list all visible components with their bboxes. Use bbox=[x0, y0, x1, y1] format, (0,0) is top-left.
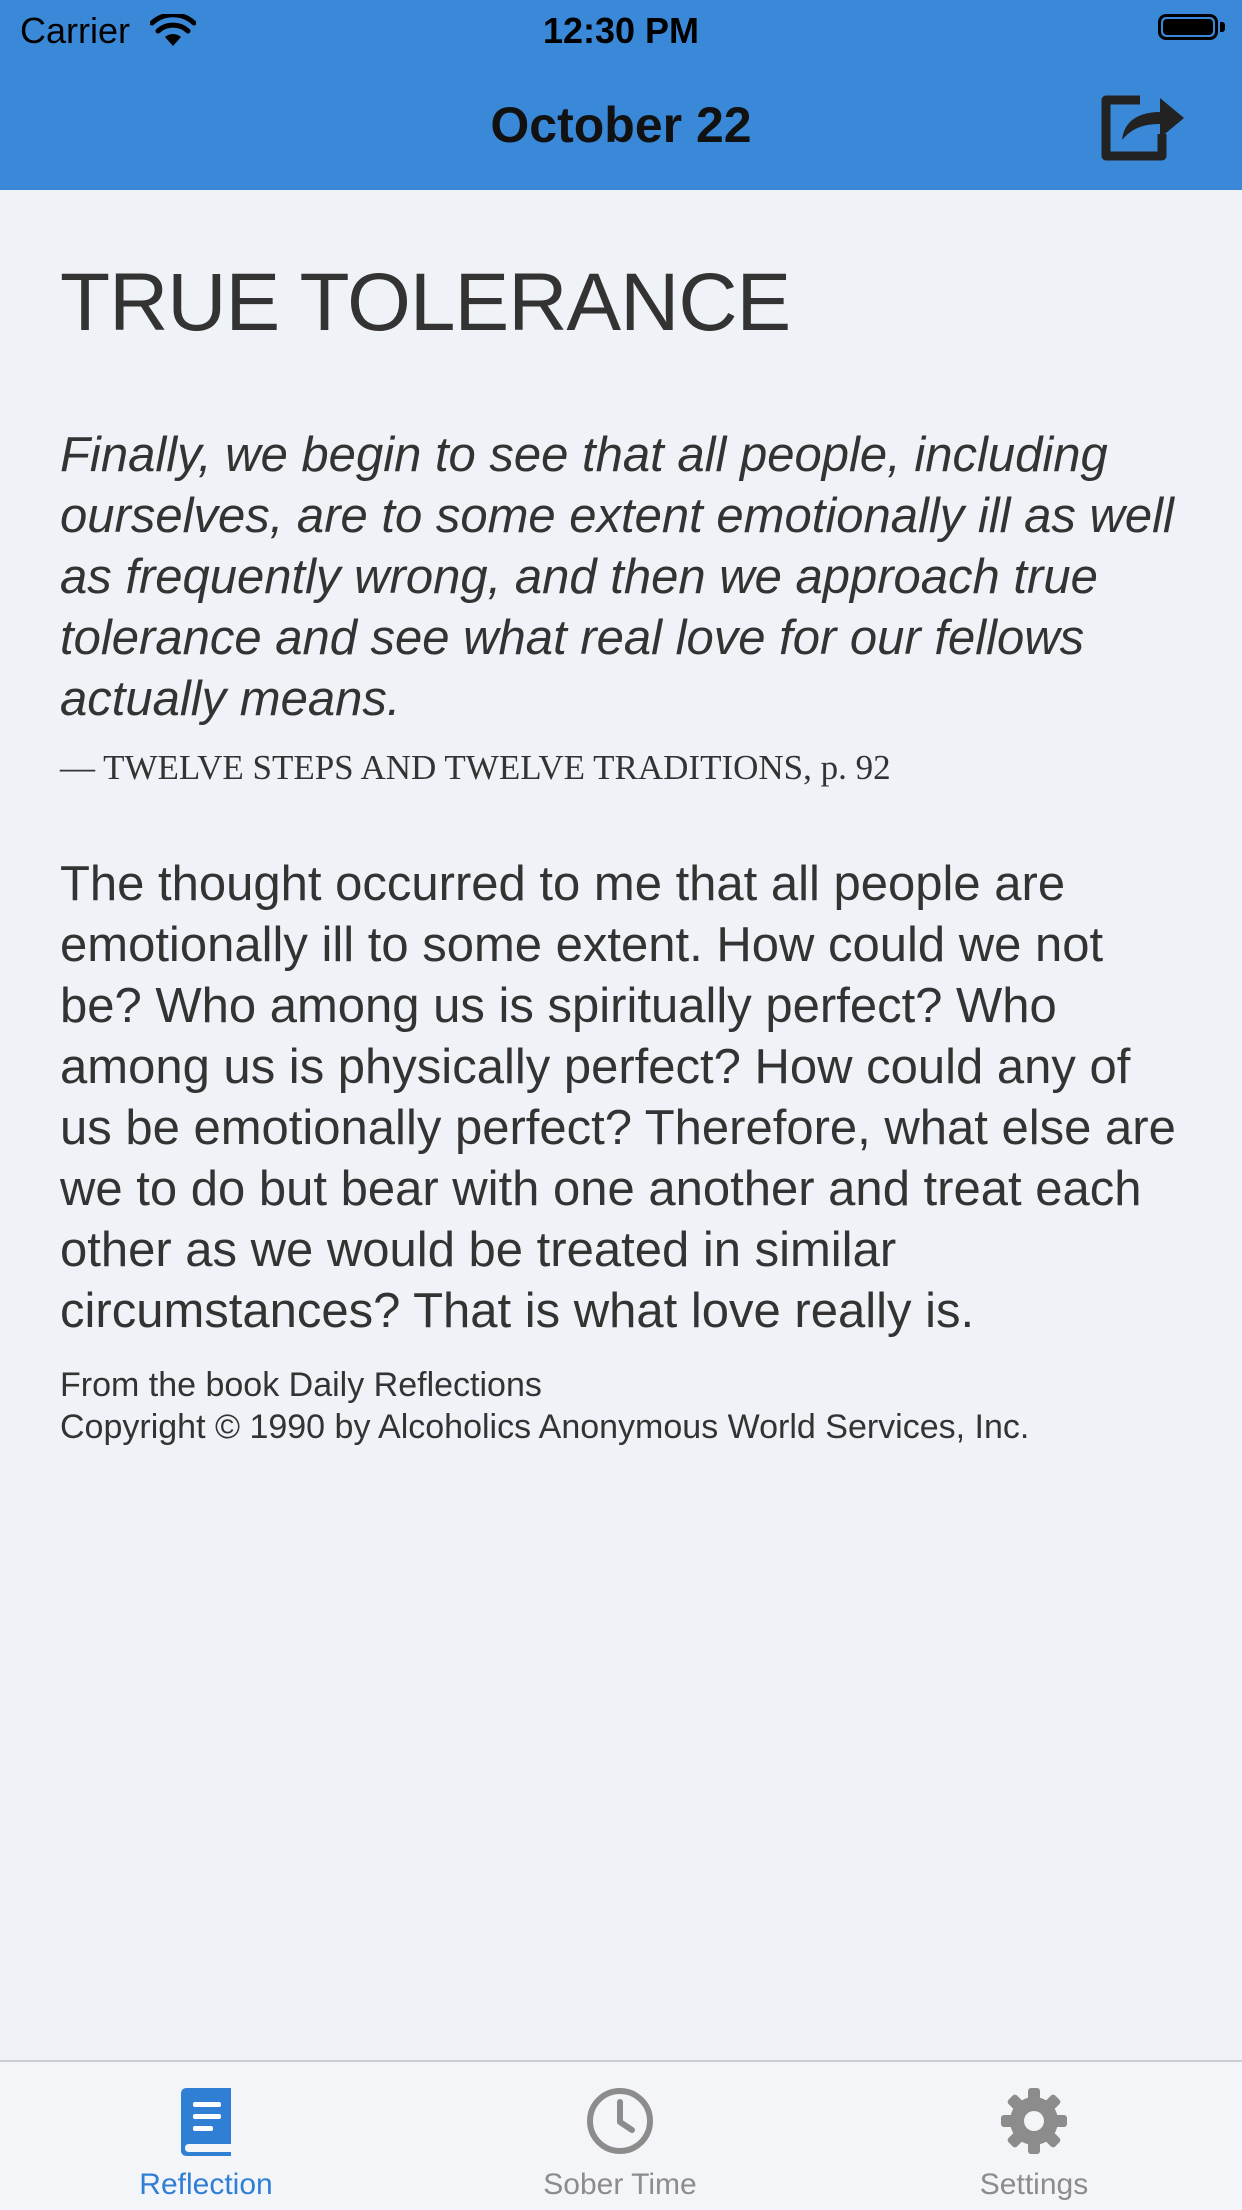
gear-icon bbox=[1001, 2088, 1067, 2154]
reflection-content: TRUE TOLERANCE Finally, we begin to see … bbox=[60, 255, 1190, 1448]
page-title: October 22 bbox=[490, 97, 752, 153]
navigation-header: Carrier 12:30 PM October 22 bbox=[0, 0, 1242, 190]
battery-icon bbox=[1158, 14, 1228, 46]
tab-settings[interactable]: Settings bbox=[884, 2062, 1184, 2210]
credit-book-line: From the book Daily Reflections bbox=[60, 1366, 542, 1404]
status-bar: Carrier 12:30 PM bbox=[0, 0, 1242, 60]
tab-sober-time-label: Sober Time bbox=[543, 2168, 697, 2201]
book-icon bbox=[181, 2088, 231, 2156]
tab-settings-label: Settings bbox=[979, 2168, 1089, 2201]
tab-bar: Reflection Sober Time Settings bbox=[0, 2060, 1242, 2210]
copyright-notice: From the book Daily Reflections Copyrigh… bbox=[60, 1364, 1190, 1448]
tab-reflection-label: Reflection bbox=[139, 2168, 273, 2201]
tab-sober-time[interactable]: Sober Time bbox=[470, 2062, 770, 2210]
reflection-title: TRUE TOLERANCE bbox=[60, 257, 791, 348]
tab-reflection[interactable]: Reflection bbox=[56, 2062, 356, 2210]
share-icon[interactable] bbox=[1100, 90, 1186, 162]
clock-icon bbox=[587, 2088, 653, 2154]
reflection-quote: Finally, we begin to see that all people… bbox=[60, 428, 1174, 726]
status-time: 12:30 PM bbox=[542, 10, 700, 51]
quote-source: — TWELVE STEPS AND TWELVE TRADITIONS, p.… bbox=[60, 748, 891, 787]
credit-copyright-line: Copyright © 1990 by Alcoholics Anonymous… bbox=[60, 1408, 1030, 1446]
reflection-body: The thought occurred to me that all peop… bbox=[60, 857, 1176, 1338]
